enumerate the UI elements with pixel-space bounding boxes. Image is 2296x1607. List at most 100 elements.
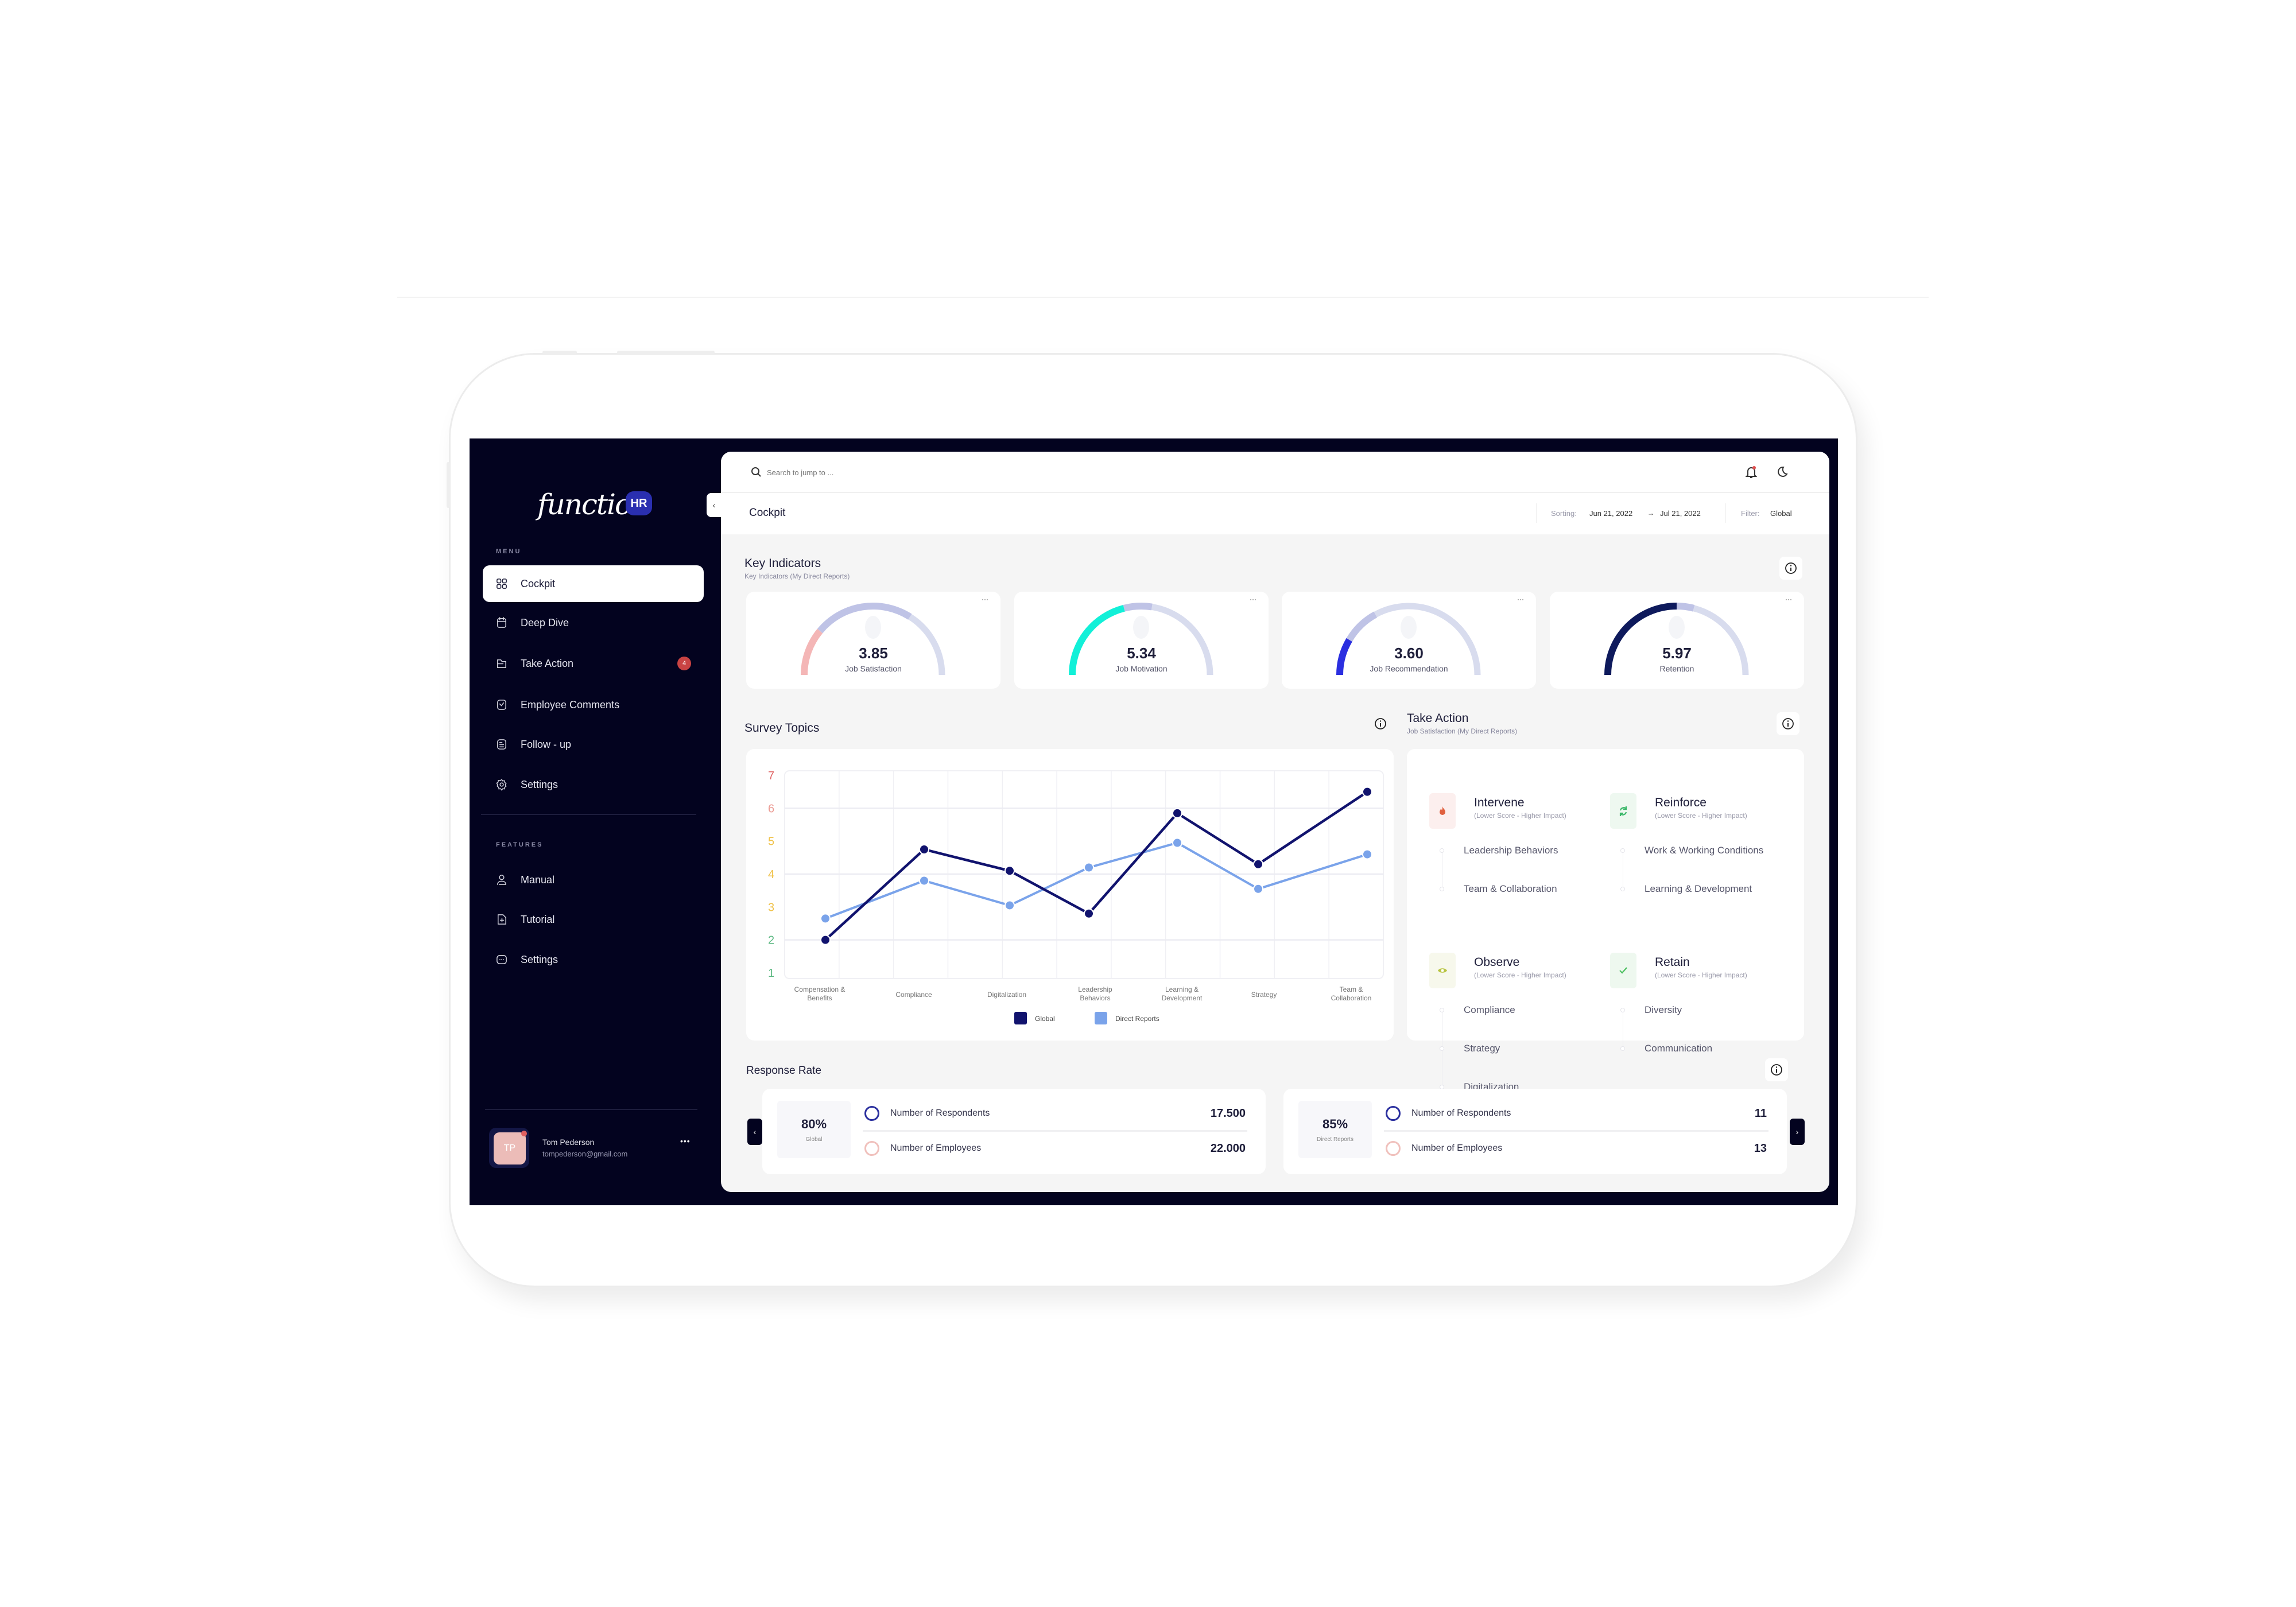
timeline-dot bbox=[1440, 848, 1444, 853]
info-button[interactable] bbox=[1369, 712, 1392, 735]
gauge-secondary bbox=[1123, 603, 1153, 612]
search-icon bbox=[751, 467, 761, 477]
gauge-value: 3.85 bbox=[859, 645, 888, 662]
stat-value: 22.000 bbox=[1210, 1142, 1246, 1155]
more-options-button[interactable]: ··· bbox=[1517, 595, 1524, 603]
sidebar-item-follow-up[interactable]: Follow - up bbox=[483, 726, 704, 763]
stat-label: Number of Respondents bbox=[1411, 1108, 1511, 1118]
header-divider bbox=[1725, 503, 1726, 523]
action-topic-link[interactable]: Leadership Behaviors bbox=[1464, 845, 1558, 856]
x-tick-label: Development bbox=[1162, 994, 1203, 1002]
eye-icon bbox=[1429, 953, 1456, 988]
action-group-title: Reinforce bbox=[1655, 796, 1707, 809]
gauge-value: 3.60 bbox=[1394, 645, 1424, 662]
sidebar-item-deep-dive[interactable]: Deep Dive bbox=[483, 604, 704, 641]
row-divider bbox=[1384, 1130, 1768, 1132]
bell-icon[interactable] bbox=[1745, 465, 1758, 479]
search-bar bbox=[721, 452, 1829, 493]
data-point bbox=[1172, 837, 1182, 848]
y-tick-label: 2 bbox=[768, 934, 774, 947]
stat-label: Number of Respondents bbox=[890, 1108, 990, 1118]
info-button[interactable] bbox=[1777, 712, 1799, 735]
page-header: Cockpit Sorting: Jun 21, 2022 → Jul 21, … bbox=[721, 493, 1829, 534]
action-topic-link[interactable]: Team & Collaboration bbox=[1464, 883, 1557, 895]
percent-scope: Global bbox=[805, 1136, 823, 1143]
carousel-prev-button[interactable]: ‹ bbox=[747, 1119, 762, 1145]
tablet-button bbox=[542, 351, 577, 354]
date-from[interactable]: Jun 21, 2022 bbox=[1589, 509, 1632, 518]
series-line-direct-reports bbox=[825, 841, 1368, 920]
timeline-dot bbox=[1440, 887, 1444, 891]
x-tick-label: Digitalization bbox=[987, 991, 1026, 999]
sidebar-divider bbox=[485, 1109, 697, 1110]
moon-icon[interactable] bbox=[1775, 465, 1788, 478]
info-icon bbox=[1785, 562, 1797, 574]
data-point bbox=[1084, 908, 1094, 919]
stat-value: 11 bbox=[1754, 1107, 1767, 1120]
sidebar-item-settings[interactable]: Settings bbox=[483, 766, 704, 803]
document-icon bbox=[497, 739, 506, 750]
data-point bbox=[1253, 859, 1263, 870]
sidebar-item-manual[interactable]: Manual bbox=[483, 861, 704, 898]
x-tick-label: Team & bbox=[1340, 985, 1363, 993]
action-topic-link[interactable]: Compliance bbox=[1464, 1004, 1515, 1016]
avatar-initials: TP bbox=[494, 1132, 526, 1165]
search-input[interactable] bbox=[767, 464, 1226, 480]
ring-icon bbox=[1386, 1141, 1401, 1156]
info-button[interactable] bbox=[1765, 1058, 1788, 1081]
action-group-subtitle: (Lower Score - Higher Impact) bbox=[1655, 971, 1747, 979]
data-point bbox=[1004, 900, 1015, 911]
stat-value: 17.500 bbox=[1210, 1107, 1246, 1120]
features-label: FEATURES bbox=[496, 841, 544, 848]
sidebar-item-cockpit[interactable]: Cockpit bbox=[483, 565, 704, 602]
info-icon bbox=[1375, 718, 1386, 729]
sidebar-item-settings[interactable]: Settings bbox=[483, 941, 704, 978]
action-topic-link[interactable]: Strategy bbox=[1464, 1043, 1500, 1054]
sidebar-item-label: Cockpit bbox=[521, 577, 556, 589]
gauge-center bbox=[1669, 616, 1685, 639]
info-button[interactable] bbox=[1779, 557, 1802, 580]
response-rate-card: 80% Global Number of Respondents 17.500 Numb… bbox=[762, 1089, 1266, 1174]
refresh-icon bbox=[1610, 793, 1636, 829]
action-topic-link[interactable]: Learning & Development bbox=[1645, 883, 1752, 895]
survey-topics-title: Survey Topics bbox=[744, 721, 820, 735]
data-point bbox=[919, 875, 929, 886]
carousel-next-button[interactable]: › bbox=[1790, 1119, 1805, 1145]
gauge-label: Job Motivation bbox=[1115, 664, 1168, 673]
more-options-button[interactable]: ··· bbox=[1785, 595, 1792, 603]
data-point bbox=[919, 844, 929, 855]
data-point bbox=[1172, 808, 1182, 818]
sidebar-item-tutorial[interactable]: Tutorial bbox=[483, 901, 704, 938]
legend-label: Direct Reports bbox=[1115, 1015, 1159, 1023]
ring-icon bbox=[864, 1106, 879, 1121]
action-topic-link[interactable]: Diversity bbox=[1645, 1004, 1682, 1016]
take-action-title: Take Action bbox=[1407, 712, 1469, 725]
file-plus-icon bbox=[498, 914, 506, 925]
more-options-button[interactable]: ··· bbox=[1250, 595, 1256, 603]
response-rate-percent: 85% Direct Reports bbox=[1298, 1101, 1372, 1158]
data-point bbox=[1362, 849, 1372, 860]
avatar[interactable]: TP bbox=[489, 1128, 529, 1168]
page-divider bbox=[397, 297, 1929, 298]
data-point bbox=[820, 913, 831, 924]
user-more-button[interactable]: ••• bbox=[680, 1136, 691, 1146]
collapse-sidebar-button[interactable]: ‹ bbox=[707, 493, 722, 517]
x-tick-label: Behaviors bbox=[1080, 994, 1110, 1002]
action-topic-link[interactable]: Work & Working Conditions bbox=[1645, 845, 1763, 856]
filter-value[interactable]: Global bbox=[1770, 509, 1792, 518]
filter-label: Filter: bbox=[1741, 509, 1760, 518]
status-dot bbox=[521, 1131, 527, 1136]
sidebar-item-label: Settings bbox=[521, 778, 559, 790]
data-point bbox=[1253, 883, 1263, 894]
action-group-subtitle: (Lower Score - Higher Impact) bbox=[1655, 812, 1747, 820]
percent-scope: Direct Reports bbox=[1317, 1136, 1353, 1143]
x-tick-label: Leadership bbox=[1078, 985, 1112, 993]
action-topic-link[interactable]: Communication bbox=[1645, 1043, 1712, 1054]
more-options-button[interactable]: ··· bbox=[982, 595, 988, 603]
tablet-button bbox=[617, 351, 715, 354]
date-to[interactable]: Jul 21, 2022 bbox=[1660, 509, 1701, 518]
data-point bbox=[1084, 862, 1094, 873]
timeline-dot bbox=[1620, 1046, 1625, 1051]
sidebar-item-employee-comments[interactable]: Employee Comments bbox=[483, 686, 704, 723]
sidebar-item-take-action[interactable]: Take Action 4 bbox=[483, 645, 704, 682]
